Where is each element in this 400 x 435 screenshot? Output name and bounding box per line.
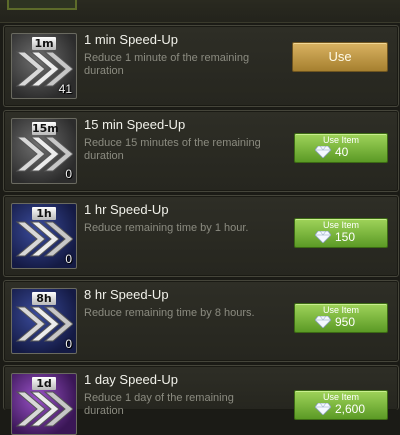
- speedup-item-icon: 1h 0: [11, 203, 77, 269]
- item-description: Reduce remaining time by 8 hours.: [84, 307, 255, 319]
- diamond-icon: [315, 316, 331, 328]
- duration-badge: 1h: [32, 207, 56, 220]
- diamond-icon: [315, 231, 331, 243]
- speedup-item-list: 1m 41 1 min Speed-Up Reduce 1 minute of …: [0, 0, 400, 435]
- item-description: Reduce remaining time by 1 hour.: [84, 222, 249, 234]
- buy-and-use-button[interactable]: Use Item 40: [294, 133, 388, 163]
- item-count: 0: [65, 167, 72, 181]
- item-description: Reduce 15 minutes of the remaining durat…: [84, 137, 261, 162]
- item-count: 41: [58, 82, 72, 96]
- buy-button-label: Use Item: [322, 392, 359, 402]
- speedup-item-row: 1h 0 1 hr Speed-Up Reduce remaining time…: [3, 195, 399, 277]
- duration-badge: 1d: [32, 377, 56, 390]
- duration-badge: 1m: [32, 37, 56, 50]
- gem-price: 40: [335, 145, 349, 159]
- item-count: 0: [65, 252, 72, 266]
- item-name: 15 min Speed-Up: [84, 117, 186, 132]
- speedup-item-row: 1d 1 day Speed-Up Reduce 1 day of the re…: [3, 365, 399, 435]
- buy-and-use-button[interactable]: Use Item 950: [294, 303, 388, 333]
- item-count: 0: [65, 337, 72, 351]
- speedup-item-icon: 1d: [11, 373, 77, 435]
- speedup-item-icon: 1m 41: [11, 33, 77, 99]
- item-description: Reduce 1 minute of the remaining duratio…: [84, 52, 250, 77]
- item-name: 1 min Speed-Up: [84, 32, 178, 47]
- buy-button-label: Use Item: [322, 135, 359, 145]
- buy-and-use-button[interactable]: Use Item 150: [294, 218, 388, 248]
- speedup-item-icon: 8h 0: [11, 288, 77, 354]
- speedup-item-row: 1m 41 1 min Speed-Up Reduce 1 minute of …: [3, 25, 399, 107]
- speedup-item-row: 15m 0 15 min Speed-Up Reduce 15 minutes …: [3, 110, 399, 192]
- duration-badge: 8h: [32, 292, 56, 305]
- item-name: 1 day Speed-Up: [84, 372, 178, 387]
- speedup-arrows-icon: [15, 391, 73, 427]
- diamond-icon: [315, 403, 331, 415]
- duration-badge: 15m: [32, 122, 59, 135]
- item-description: Reduce 1 day of the remaining duration: [84, 392, 234, 417]
- speedup-item-icon: 15m 0: [11, 118, 77, 184]
- use-button[interactable]: Use: [292, 42, 388, 72]
- gem-price: 950: [335, 315, 356, 329]
- item-name: 8 hr Speed-Up: [84, 287, 169, 302]
- diamond-icon: [315, 146, 331, 158]
- buy-button-label: Use Item: [322, 305, 359, 315]
- speedup-item-row: 8h 0 8 hr Speed-Up Reduce remaining time…: [3, 280, 399, 362]
- gem-price: 2,600: [335, 402, 366, 416]
- gem-price: 150: [335, 230, 356, 244]
- item-name: 1 hr Speed-Up: [84, 202, 169, 217]
- buy-and-use-button[interactable]: Use Item 2,600: [294, 390, 388, 420]
- buy-button-label: Use Item: [322, 220, 359, 230]
